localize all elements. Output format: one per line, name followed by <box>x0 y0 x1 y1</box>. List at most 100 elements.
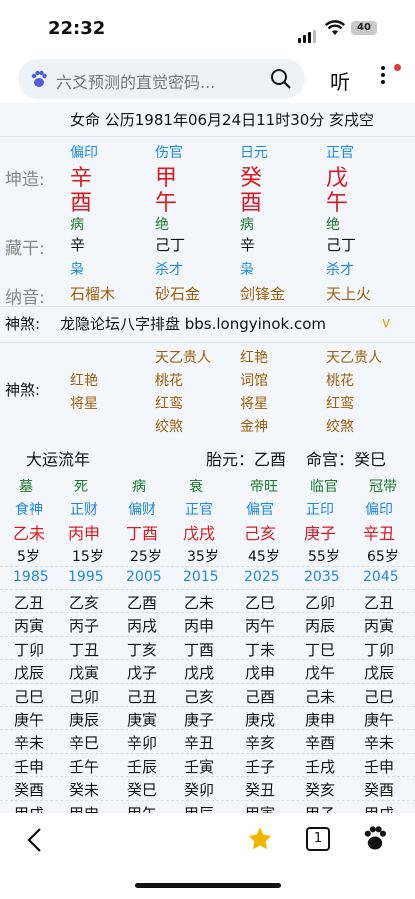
liunian-item: 丙申 <box>184 617 215 636</box>
chevron-down-icon[interactable]: v <box>382 315 390 331</box>
liunian-item: 癸丑 <box>245 781 276 800</box>
yun-ganzhi: 丙申 <box>68 524 101 543</box>
label-nayin: 纳音: <box>5 288 45 308</box>
liunian-item: 甲戌 <box>364 803 394 813</box>
liunian-item: 己卯 <box>69 687 100 706</box>
yun-shishen: 偏财 <box>128 502 156 518</box>
label-shensha: 神煞: <box>5 315 41 333</box>
yun-shishen: 正印 <box>306 502 334 518</box>
yun-state: 冠带 <box>369 479 397 495</box>
yun-year: 2025 <box>244 569 280 585</box>
tabs-count-button[interactable]: 1 <box>306 827 330 851</box>
dayun-title: 大运流年 <box>26 450 91 469</box>
status-bar: 22:32 40 <box>0 0 415 58</box>
yun-age: 65岁 <box>367 549 399 565</box>
yun-age: 5岁 <box>17 549 40 565</box>
yun-ganzhi: 戊戌 <box>183 524 216 543</box>
shensha-item: 桃花 <box>155 373 183 389</box>
more-menu-icon[interactable] <box>378 63 388 89</box>
yun-ganzhi: 己亥 <box>244 524 277 543</box>
battery-icon: 40 <box>351 21 377 35</box>
yun-shishen: 正财 <box>70 502 98 518</box>
minggong: 命宫：癸巳 <box>306 450 387 469</box>
liunian-item: 壬子 <box>245 757 276 776</box>
liunian-item: 庚戌 <box>245 711 276 729</box>
pillar-canggan-shishen: 枭 <box>240 262 254 278</box>
shensha-item: 红艳 <box>240 350 268 366</box>
liunian-item: 丁未 <box>245 640 276 659</box>
shensha-item: 绞煞 <box>155 419 183 435</box>
pillar-canggan-shishen: 杀才 <box>155 262 183 278</box>
liunian-item: 己未 <box>305 687 336 706</box>
pillar-zhi: 午 <box>155 191 178 216</box>
liunian-item: 乙卯 <box>305 594 336 612</box>
search-bar[interactable]: 六爻预测的直觉密码... <box>18 59 305 99</box>
listen-button[interactable]: 听 <box>330 66 350 95</box>
liunian-item: 癸卯 <box>184 781 215 800</box>
liunian-item: 壬申 <box>14 757 45 776</box>
forum-link[interactable]: 龙隐论坛八字排盘 bbs.longyinok.com <box>60 313 326 334</box>
liunian-item: 丙子 <box>69 617 100 636</box>
liunian-item: 乙丑 <box>14 594 45 612</box>
yun-state: 帝旺 <box>250 479 278 495</box>
signal-icon <box>298 24 318 43</box>
liunian-item: 戊寅 <box>69 664 100 683</box>
shensha-item: 金神 <box>240 419 268 435</box>
pillar-shishen: 伤官 <box>155 145 183 161</box>
yun-shishen: 偏印 <box>365 502 393 518</box>
liunian-item: 癸酉 <box>14 781 45 800</box>
label-shensha-2: 神煞: <box>5 381 41 399</box>
liunian-item: 乙巳 <box>245 594 276 612</box>
shensha-item: 天乙贵人 <box>155 350 211 366</box>
liunian-item: 丁卯 <box>14 640 45 659</box>
liunian-item: 丁丑 <box>69 640 100 659</box>
yun-state: 衰 <box>189 479 203 495</box>
liunian-item: 己巳 <box>14 687 45 706</box>
shensha-item: 天乙贵人 <box>326 350 382 366</box>
yun-shishen: 偏官 <box>246 502 274 518</box>
liunian-item: 甲辰 <box>184 803 214 813</box>
row-divider <box>0 566 415 567</box>
label-kunzao: 坤造: <box>5 170 45 190</box>
back-icon[interactable] <box>26 827 44 853</box>
pillar-canggan: 己丁 <box>155 236 186 254</box>
pillar-state: 病 <box>70 217 84 233</box>
shensha-item: 红鸾 <box>326 396 354 412</box>
yun-year: 2035 <box>304 569 340 585</box>
shensha-item: 桃花 <box>326 373 354 389</box>
pillar-zhi: 酉 <box>70 191 93 216</box>
liunian-item: 辛巳 <box>69 734 100 753</box>
yun-year: 1995 <box>68 569 104 585</box>
pillar-shishen: 日元 <box>240 145 268 161</box>
yun-year: 2015 <box>183 569 219 585</box>
row-divider <box>0 635 415 637</box>
yun-age: 55岁 <box>308 549 340 565</box>
liunian-item: 甲寅 <box>245 803 275 813</box>
liunian-item: 庚申 <box>305 711 336 729</box>
baidu-paw-icon[interactable] <box>362 825 388 851</box>
yun-year: 1985 <box>13 569 49 585</box>
search-input[interactable]: 六爻预测的直觉密码... <box>56 69 215 93</box>
shensha-item: 将星 <box>70 396 98 412</box>
liunian-item: 甲申 <box>69 803 99 813</box>
liunian-item: 甲午 <box>127 803 157 813</box>
pillar-canggan-shishen: 枭 <box>70 262 84 278</box>
liunian-item: 戊申 <box>245 664 276 683</box>
row-divider <box>0 776 415 778</box>
search-icon[interactable] <box>270 68 292 90</box>
pillar-state: 病 <box>240 217 254 233</box>
yun-year: 2005 <box>126 569 162 585</box>
pillar-zhi: 午 <box>326 191 349 216</box>
liunian-item: 戊戌 <box>184 664 215 683</box>
yun-ganzhi: 丁酉 <box>126 524 159 543</box>
liunian-item: 丙戌 <box>127 617 158 636</box>
pillar-state: 绝 <box>326 217 340 233</box>
liunian-item: 辛酉 <box>305 734 336 753</box>
wifi-icon <box>325 20 345 35</box>
favorite-star-icon[interactable] <box>247 826 273 852</box>
yun-state: 临官 <box>310 479 338 495</box>
liunian-item: 庚辰 <box>69 711 100 729</box>
liunian-item: 癸酉 <box>364 781 395 800</box>
liunian-item: 壬戌 <box>305 757 336 776</box>
pillar-nayin: 剑锋金 <box>240 285 286 303</box>
